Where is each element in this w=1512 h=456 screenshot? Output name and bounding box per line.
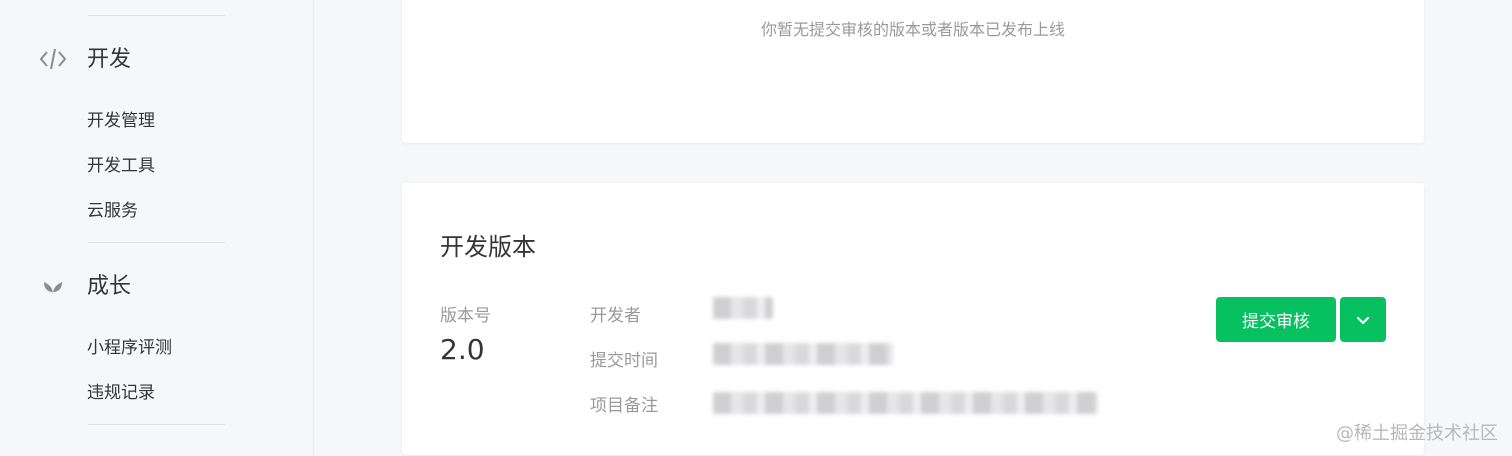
watermark: @稀土掘金技术社区 bbox=[1336, 423, 1498, 444]
submit-review-button[interactable]: 提交审核 bbox=[1216, 297, 1336, 342]
sidebar: 开发 开发管理 开发工具 云服务 成长 小程序评测 违规记录 bbox=[0, 0, 314, 456]
sidebar-item-evaluation[interactable]: 小程序评测 bbox=[87, 336, 172, 360]
empty-tip: 你暂无提交审核的版本或者版本已发布上线 bbox=[760, 20, 1065, 39]
sprout-icon bbox=[44, 282, 62, 296]
review-version-card: 你暂无提交审核的版本或者版本已发布上线 bbox=[402, 0, 1424, 143]
submit-time-value-redacted bbox=[713, 343, 893, 365]
version-value: 2.0 bbox=[440, 333, 485, 366]
remark-label: 项目备注 bbox=[590, 396, 658, 416]
sidebar-section-growth: 成长 bbox=[87, 274, 132, 299]
card-title: 开发版本 bbox=[440, 233, 536, 261]
submit-time-label: 提交时间 bbox=[590, 351, 658, 371]
sidebar-section-dev: 开发 bbox=[87, 47, 132, 72]
developer-label: 开发者 bbox=[590, 306, 641, 326]
sidebar-item-violation-records[interactable]: 违规记录 bbox=[87, 381, 155, 405]
code-icon bbox=[39, 48, 67, 70]
more-options-button[interactable] bbox=[1340, 297, 1386, 342]
sidebar-divider bbox=[88, 15, 225, 16]
remark-value-redacted bbox=[713, 392, 1098, 414]
sidebar-item-dev-tools[interactable]: 开发工具 bbox=[87, 154, 155, 178]
main-content: 你暂无提交审核的版本或者版本已发布上线 开发版本 版本号 2.0 开发者 提交时… bbox=[314, 0, 1512, 456]
version-label: 版本号 bbox=[440, 306, 491, 326]
dev-version-card: 开发版本 版本号 2.0 开发者 提交时间 项目备注 提交审核 bbox=[402, 183, 1424, 455]
sidebar-divider bbox=[88, 242, 225, 243]
chevron-down-icon bbox=[1356, 316, 1370, 324]
sidebar-item-cloud-service[interactable]: 云服务 bbox=[87, 199, 138, 223]
sidebar-divider bbox=[88, 424, 225, 425]
sidebar-item-dev-management[interactable]: 开发管理 bbox=[87, 109, 155, 133]
developer-value-redacted bbox=[713, 297, 773, 319]
